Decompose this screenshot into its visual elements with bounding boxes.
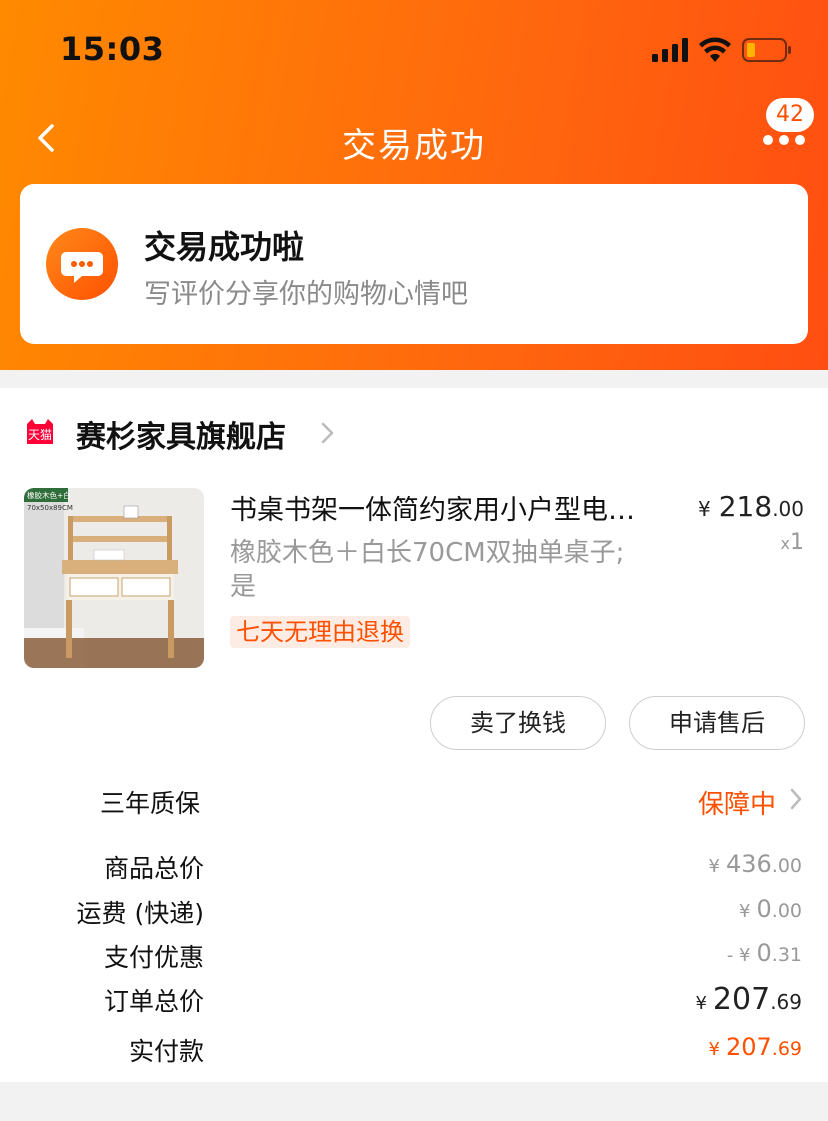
product-spec-line2: 是 <box>230 572 257 602</box>
status-time: 15:03 <box>60 30 165 68</box>
svg-text:天猫: 天猫 <box>28 428 52 442</box>
status-bar: 15:03 <box>0 0 828 100</box>
goods-total-label: 商品总价 <box>103 854 204 883</box>
sell-button[interactable]: 卖了换钱 <box>430 696 606 750</box>
warranty-status[interactable]: 保障中 <box>698 784 776 821</box>
success-title: 交易成功啦 <box>144 228 305 266</box>
review-prompt-card[interactable]: 交易成功啦 写评价分享你的购物心情吧 <box>20 184 808 344</box>
goods-total-value: ¥436.00 <box>708 850 802 878</box>
signal-icon <box>652 38 688 62</box>
battery-icon <box>742 38 791 62</box>
paid-amount-value: ¥207.69 <box>708 1033 802 1061</box>
chat-bubble-icon <box>46 228 118 300</box>
message-count-badge: 42 <box>766 98 814 132</box>
after-sale-button[interactable]: 申请售后 <box>629 696 805 750</box>
paid-amount-label: 实付款 <box>128 1037 204 1066</box>
discount-label: 支付优惠 <box>103 943 204 972</box>
image-caption-color: 橡胶木色+白 <box>27 490 71 500</box>
product-price: ¥218.00 <box>698 490 804 523</box>
product-spec: 橡胶木色＋白长70CM双抽单桌子; 是 <box>230 536 670 604</box>
product-image[interactable]: 橡胶木色+白 70x50x89CM <box>24 488 204 668</box>
header-background: 15:03 交易成功 42 交易成功啦 写评价分享你的购物心情吧 <box>0 0 828 370</box>
tmall-icon: 天猫 <box>27 419 53 444</box>
nav-bar: 交易成功 <box>0 100 828 180</box>
image-caption-size: 70x50x89CM <box>27 504 73 512</box>
wifi-icon <box>699 37 731 62</box>
success-subtitle: 写评价分享你的购物心情吧 <box>144 279 468 310</box>
chevron-right-icon[interactable] <box>788 786 804 812</box>
discount-value: - ¥0.31 <box>726 939 802 967</box>
order-card: 天猫 赛杉家具旗舰店 橡胶木色+白 70x50x89CM 书桌书架一体简约家用小… <box>0 388 828 1082</box>
page-title: 交易成功 <box>342 126 486 166</box>
shipping-value: ¥0.00 <box>739 895 802 923</box>
shop-row[interactable]: 天猫 赛杉家具旗舰店 <box>0 388 828 478</box>
return-policy-tag: 七天无理由退换 <box>230 616 410 648</box>
order-total-label: 订单总价 <box>103 987 204 1016</box>
product-quantity: x1 <box>780 530 804 555</box>
chevron-right-icon <box>321 422 334 444</box>
product-title[interactable]: 书桌书架一体简约家用小户型电… <box>230 488 670 527</box>
product-spec-line1: 橡胶木色＋白长70CM双抽单桌子; <box>230 538 625 568</box>
more-icon[interactable] <box>756 126 812 166</box>
shop-name: 赛杉家具旗舰店 <box>76 420 286 455</box>
order-total-value: ¥207.69 <box>695 982 802 1017</box>
shipping-label: 运费 (快递) <box>76 899 204 928</box>
warranty-label: 三年质保 <box>99 789 200 818</box>
